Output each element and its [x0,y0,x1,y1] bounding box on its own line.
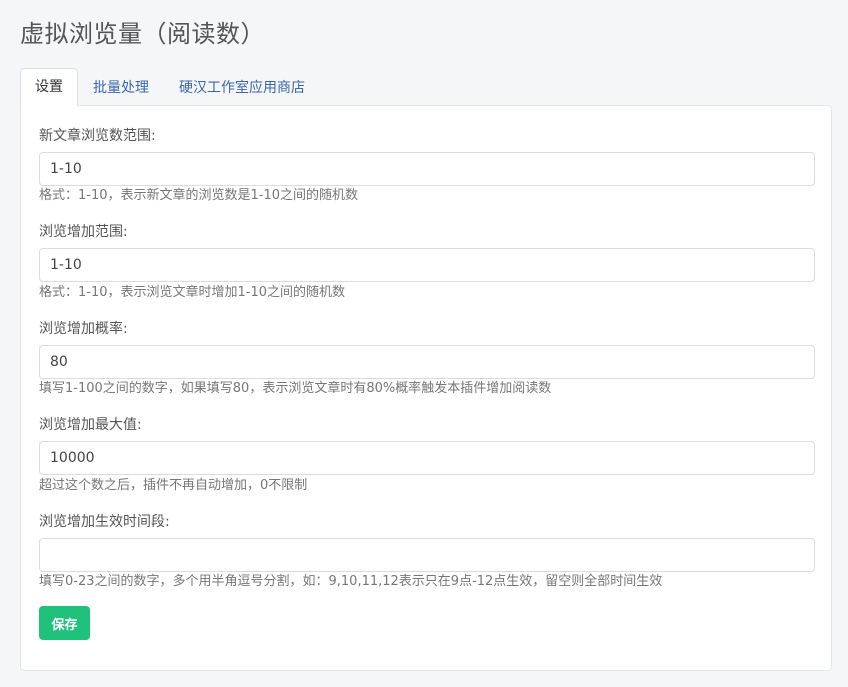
tab-app-store[interactable]: 硬汉工作室应用商店 [164,69,320,106]
settings-panel: 新文章浏览数范围: 格式：1-10，表示新文章的浏览数是1-10之间的随机数 浏… [20,105,832,671]
effective-time-period-label: 浏览增加生效时间段: [39,514,170,530]
effective-time-period-help: 填写0-23之间的数字，多个用半角逗号分割，如：9,10,11,12表示只在9点… [39,574,663,589]
page-title: 虚拟浏览量（阅读数） [20,20,265,48]
new-article-views-range-input[interactable] [39,152,815,186]
view-increase-max-label: 浏览增加最大值: [39,417,142,433]
view-increase-range-help: 格式：1-10，表示浏览文章时增加1-10之间的随机数 [39,285,346,300]
tab-batch-processing[interactable]: 批量处理 [78,69,164,106]
view-increase-max-input[interactable] [39,441,815,475]
view-increase-probability-help: 填写1-100之间的数字，如果填写80，表示浏览文章时有80%概率触发本插件增加… [39,381,552,396]
new-article-views-range-help: 格式：1-10，表示新文章的浏览数是1-10之间的随机数 [39,188,359,203]
new-article-views-range-label: 新文章浏览数范围: [39,128,156,144]
view-increase-max-help: 超过这个数之后，插件不再自动增加，0不限制 [39,478,308,493]
save-button[interactable]: 保存 [39,606,90,640]
view-increase-probability-input[interactable] [39,345,815,379]
tab-bar: 设置 批量处理 硬汉工作室应用商店 [20,68,320,106]
effective-time-period-input[interactable] [39,538,815,572]
view-increase-probability-label: 浏览增加概率: [39,321,128,337]
view-increase-range-label: 浏览增加范围: [39,224,128,240]
tab-settings[interactable]: 设置 [20,68,78,106]
view-increase-range-input[interactable] [39,248,815,282]
